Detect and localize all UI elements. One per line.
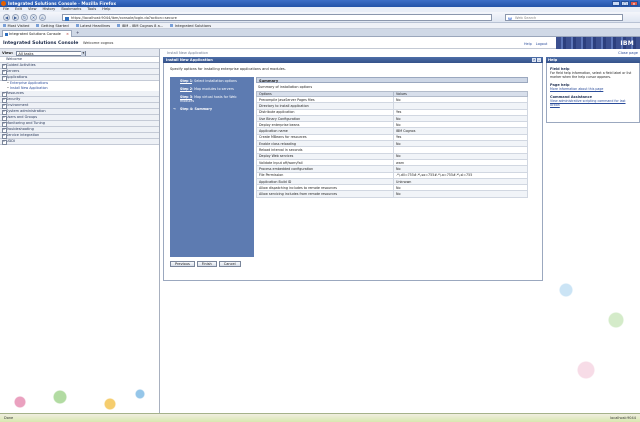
window-title: Integrated Solutions Console - Mozilla F…	[8, 1, 117, 6]
help-link[interactable]: Help	[524, 42, 532, 46]
tab-bar: Integrated Solutions Console × +	[0, 29, 640, 37]
window-titlebar: Integrated Solutions Console - Mozilla F…	[0, 0, 640, 7]
welcome-user: Welcome cognos	[82, 41, 114, 45]
main-panel: Install New Application Install New Appl…	[163, 49, 543, 281]
status-text: Done	[4, 416, 14, 420]
search-input[interactable]: W Web Search	[505, 14, 623, 21]
wizard-steps: Step 1: Select installation options Step…	[170, 77, 254, 257]
maximize-button[interactable]: □	[621, 1, 629, 6]
page-help-link[interactable]: More information about this page	[550, 87, 603, 91]
stop-icon[interactable]: ✕	[30, 14, 37, 21]
summary-table: Options Values Precompile JavaServer Pag…	[255, 91, 528, 198]
home-icon[interactable]: ⌂	[39, 14, 46, 21]
search-placeholder: Web Search	[515, 16, 537, 20]
close-page-link[interactable]: Close page	[546, 49, 640, 57]
new-tab-icon[interactable]: +	[76, 30, 79, 35]
wizard-buttons: Previous Finish Cancel	[170, 261, 241, 267]
step-text: Select installation options	[194, 79, 237, 83]
floral-decoration	[546, 250, 640, 413]
navigation-toolbar: ◀ ▶ ↻ ✕ ⌂ https://localhost:9044/ibm/con…	[0, 12, 640, 23]
ibm-logo: IBM	[620, 40, 634, 47]
close-window-button[interactable]: ×	[630, 1, 638, 6]
panel-minimize-icon[interactable]: -	[537, 58, 541, 62]
console-title: Integrated Solutions Console Welcome cog…	[3, 41, 113, 46]
window-controls: _ □ ×	[612, 1, 638, 6]
url-bar[interactable]: https://localhost:9044/ibm/console/login…	[62, 14, 492, 21]
option-name-cell: Allow servicing includes from remote res…	[255, 190, 395, 198]
back-icon[interactable]: ◀	[3, 14, 10, 21]
cancel-button[interactable]: Cancel	[218, 261, 241, 267]
console-title-text: Integrated Solutions Console	[3, 41, 79, 46]
help-text-field: For field help information, select a fie…	[550, 71, 632, 79]
view-label: View:	[2, 50, 14, 55]
step-text: Map modules to servers	[194, 87, 234, 91]
previous-button[interactable]: Previous	[170, 261, 195, 267]
nav-uddi[interactable]: UDDI	[0, 139, 159, 146]
help-portlet: Close page Help Field help For field hel…	[546, 49, 640, 123]
wizard-step-2[interactable]: Step 2: Map modules to servers	[170, 85, 254, 93]
wizard-step-4: Step 4: Summary	[170, 105, 254, 113]
forward-icon[interactable]: ▶	[12, 14, 19, 21]
site-favicon-icon	[65, 16, 69, 21]
panel-help-icon[interactable]: ?	[532, 58, 536, 62]
tab-favicon-icon	[4, 32, 8, 36]
view-select-value: All tasks	[18, 51, 34, 56]
minimize-button[interactable]: _	[612, 1, 620, 6]
panel-body: Specify options for installing enterpris…	[163, 63, 543, 281]
view-filter: View: All tasks	[0, 49, 159, 57]
header-links: Help Logout	[524, 42, 547, 46]
status-host: localhost:9044	[610, 416, 636, 420]
option-value-cell: No	[393, 190, 528, 198]
step-number[interactable]: Step 2	[180, 87, 192, 91]
bookmark-ibm-cognos[interactable]: IBM - IBM Cognos 8 a...	[117, 23, 164, 28]
breadcrumb: Install New Application	[167, 51, 209, 55]
navigation-tree: View: All tasks Welcome Guided Activitie…	[0, 49, 160, 413]
help-body: Field help For field help information, s…	[546, 63, 640, 123]
bookmark-most-visited[interactable]: Most Visited	[3, 23, 30, 28]
table-row: Allow servicing includes from remote res…	[255, 190, 528, 198]
bookmark-latest-headlines[interactable]: Latest Headlines	[76, 23, 110, 28]
status-bar: Done localhost:9044	[0, 413, 640, 422]
wizard-step-3[interactable]: Step 3: Map virtual hosts for Web module…	[170, 93, 254, 105]
tab-integrated-solutions-console[interactable]: Integrated Solutions Console ×	[2, 30, 72, 37]
console-header: Integrated Solutions Console Welcome cog…	[0, 37, 640, 49]
summary-rows: Precompile JavaServer Pages files No Direc…	[255, 95, 528, 198]
summary-section: Summary Summary of installation options …	[255, 77, 528, 198]
floral-decoration	[0, 372, 160, 413]
view-select[interactable]: All tasks	[16, 50, 87, 56]
step-number: Step 4	[180, 107, 192, 111]
wizard-step-1[interactable]: Step 1: Select installation options	[170, 77, 254, 85]
summary-subtitle: Summary of installation options	[258, 85, 313, 89]
page-content: Integrated Solutions Console Welcome cog…	[0, 37, 640, 413]
panel-title-text: Install New Application	[166, 58, 213, 62]
ibm-banner: IBM	[556, 37, 640, 49]
step-text: Summary	[194, 107, 213, 111]
search-engine-icon[interactable]: W	[508, 16, 512, 23]
step-number[interactable]: Step 1	[180, 79, 192, 83]
reload-icon[interactable]: ↻	[21, 14, 28, 21]
bookmark-getting-started[interactable]: Getting Started	[36, 23, 69, 28]
command-assistance-link[interactable]: View administrative scripting command fo…	[550, 99, 626, 107]
firefox-icon	[1, 1, 6, 6]
finish-button[interactable]: Finish	[196, 261, 217, 267]
intro-text: Specify options for installing enterpris…	[170, 67, 286, 71]
panel-controls: ? -	[532, 58, 541, 62]
bookmark-integrated-solutions[interactable]: Integrated Solutions	[170, 23, 211, 28]
url-text: https://localhost:9044/ibm/console/login…	[71, 16, 177, 20]
logout-link[interactable]: Logout	[536, 42, 548, 46]
tab-label: Integrated Solutions Console	[9, 32, 61, 36]
